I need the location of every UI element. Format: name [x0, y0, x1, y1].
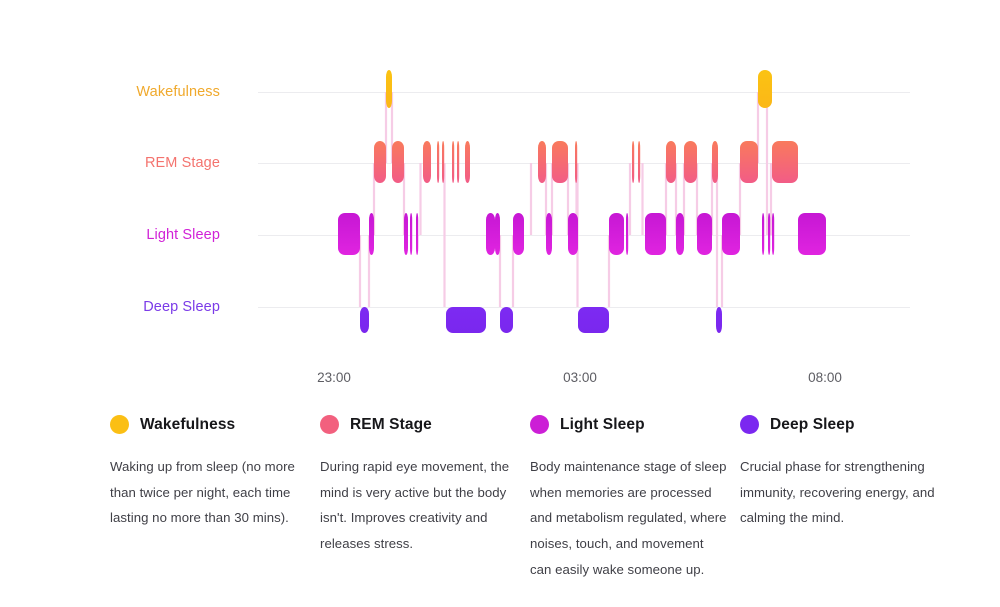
stage-block-light-sleep — [568, 213, 578, 255]
stage-block-rem-stage — [374, 141, 386, 183]
hypnogram-plot — [338, 70, 826, 333]
x-axis-tick-0300: 03:00 — [563, 370, 597, 385]
stage-segments — [338, 70, 826, 333]
stage-block-deep-sleep — [500, 307, 513, 333]
legend-item-title: Wakefulness — [140, 415, 236, 433]
legend-item-light-sleep: Light Sleep Body maintenance stage of sle… — [530, 415, 740, 583]
stage-block-rem-stage — [712, 141, 718, 183]
sleep-stage-chart: Wakefulness REM Stage Light Sleep Deep Slee… — [0, 0, 1000, 400]
stage-block-light-sleep — [546, 213, 552, 255]
stage-block-light-sleep — [772, 213, 775, 255]
stage-block-rem-stage — [452, 141, 455, 183]
stage-block-light-sleep — [369, 213, 374, 255]
stage-block-light-sleep — [768, 213, 771, 255]
stage-block-light-sleep — [609, 213, 624, 255]
stage-connector — [419, 163, 422, 235]
stage-block-rem-stage — [552, 141, 568, 183]
legend-color-dot-icon — [110, 415, 129, 434]
stage-block-light-sleep — [513, 213, 524, 255]
legend-item-wakefulness: Wakefulness Waking up from sleep (no more… — [110, 415, 320, 583]
legend-item-description: Waking up from sleep (no more than twice… — [110, 459, 295, 526]
stage-connector — [715, 163, 719, 307]
legend-color-dot-icon — [530, 415, 549, 434]
stage-block-light-sleep — [416, 213, 419, 255]
stage-block-rem-stage — [465, 141, 470, 183]
stage-block-light-sleep — [697, 213, 712, 255]
stage-block-wakefulness — [758, 70, 772, 108]
stage-connector — [443, 163, 446, 307]
stage-connectors — [358, 92, 773, 307]
x-axis-tick-2300: 23:00 — [317, 370, 351, 385]
stage-block-rem-stage — [638, 141, 641, 183]
stage-block-rem-stage — [423, 141, 431, 183]
stage-block-light-sleep — [338, 213, 360, 255]
stage-block-light-sleep — [626, 213, 629, 255]
legend-item-description: Body maintenance stage of sleep when mem… — [530, 459, 727, 577]
stage-block-rem-stage — [442, 141, 445, 183]
legend-item-title: Deep Sleep — [770, 415, 855, 433]
legend-color-dot-icon — [320, 415, 339, 434]
stage-connector — [628, 163, 632, 235]
legend-item-header: Deep Sleep — [740, 415, 938, 434]
legend-color-dot-icon — [740, 415, 759, 434]
stage-block-rem-stage — [437, 141, 440, 183]
stage-block-rem-stage — [457, 141, 460, 183]
stage-block-light-sleep — [645, 213, 666, 255]
stage-block-light-sleep — [410, 213, 413, 255]
stage-block-light-sleep — [762, 213, 765, 255]
stage-block-deep-sleep — [360, 307, 369, 333]
stage-block-rem-stage — [684, 141, 697, 183]
stage-block-rem-stage — [632, 141, 635, 183]
legend-item-header: REM Stage — [320, 415, 518, 434]
stage-block-rem-stage — [740, 141, 758, 183]
stage-block-rem-stage — [666, 141, 676, 183]
legend-item-rem-stage: REM Stage During rapid eye movement, the … — [320, 415, 530, 583]
stage-block-deep-sleep — [446, 307, 486, 333]
stage-block-light-sleep — [486, 213, 495, 255]
stage-block-light-sleep — [404, 213, 408, 255]
stage-block-light-sleep — [722, 213, 740, 255]
legend-item-description: Crucial phase for strengthening immunity… — [740, 459, 935, 526]
stage-connector — [529, 163, 533, 235]
stage-block-light-sleep — [676, 213, 684, 255]
legend-item-title: REM Stage — [350, 415, 432, 433]
stage-block-rem-stage — [575, 141, 578, 183]
legend-item-header: Wakefulness — [110, 415, 308, 434]
chart-legend: Wakefulness Waking up from sleep (no more… — [110, 415, 990, 583]
stage-connector — [765, 92, 769, 235]
legend-item-description: During rapid eye movement, the mind is v… — [320, 459, 510, 552]
legend-item-title: Light Sleep — [560, 415, 645, 433]
x-axis-tick-0800: 08:00 — [808, 370, 842, 385]
stage-block-rem-stage — [392, 141, 404, 183]
legend-item-deep-sleep: Deep Sleep Crucial phase for strengthenin… — [740, 415, 950, 583]
stage-block-deep-sleep — [578, 307, 609, 333]
stage-block-light-sleep — [798, 213, 826, 255]
stage-block-wakefulness — [386, 70, 392, 108]
stage-block-deep-sleep — [716, 307, 722, 333]
legend-item-header: Light Sleep — [530, 415, 728, 434]
stage-block-light-sleep — [495, 213, 500, 255]
stage-connector — [769, 163, 773, 235]
stage-block-rem-stage — [772, 141, 798, 183]
stage-block-rem-stage — [538, 141, 546, 183]
stage-connector — [641, 163, 644, 235]
